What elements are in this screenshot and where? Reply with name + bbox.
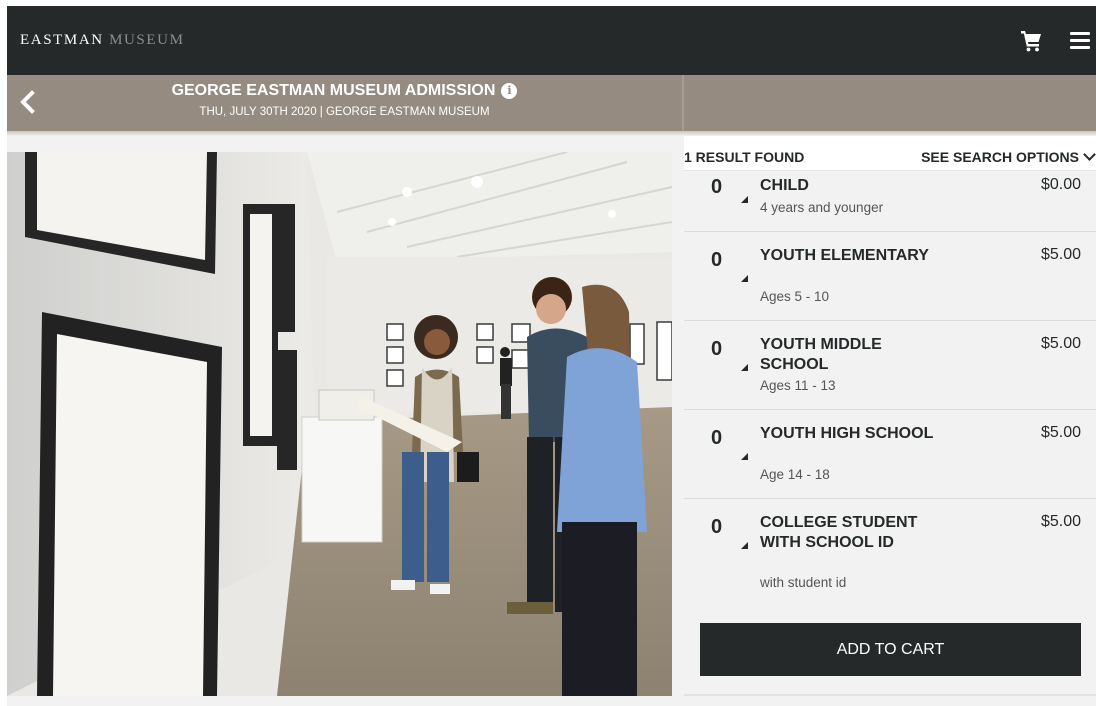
logo-secondary: MUSEUM — [109, 32, 185, 48]
ticket-price: $5.00 — [1040, 246, 1081, 263]
chevron-down-icon — [1083, 148, 1096, 161]
results-bar: 1 RESULT FOUND SEE SEARCH OPTIONS — [684, 136, 1096, 171]
top-nav-bar: EASTMAN MUSEUM — [7, 6, 1096, 75]
quantity-selector[interactable]: 0 — [711, 249, 722, 272]
quantity-selector[interactable]: 0 — [711, 516, 722, 539]
ticket-description: Age 14 - 18 — [760, 467, 830, 482]
search-options-label: SEE SEARCH OPTIONS — [921, 149, 1079, 165]
gallery-photo — [7, 152, 672, 696]
logo-primary: EASTMAN — [20, 32, 104, 48]
shopping-cart-icon[interactable] — [1019, 28, 1043, 52]
caret-down-icon[interactable] — [741, 542, 748, 549]
info-icon[interactable]: i — [501, 83, 518, 99]
hamburger-menu-icon[interactable] — [1070, 32, 1090, 50]
event-header-band: GEORGE EASTMAN MUSEUM ADMISSION i THU, JU… — [7, 75, 1096, 131]
ticket-list[interactable]: 0 CHILD 4 years and younger $0.00 0 YOUT… — [684, 172, 1096, 602]
ticket-row: 0 COLLEGE STUDENT WITH SCHOOL ID with st… — [684, 499, 1096, 602]
ticket-description: Ages 11 - 13 — [760, 378, 836, 393]
caret-down-icon[interactable] — [741, 453, 748, 460]
event-title-text: GEORGE EASTMAN MUSEUM ADMISSION — [171, 82, 496, 99]
ticket-name: YOUTH HIGH SCHOOL — [760, 425, 934, 442]
event-title: GEORGE EASTMAN MUSEUM ADMISSION i — [7, 82, 682, 100]
ticket-name: COLLEGE STUDENT WITH SCHOOL ID — [760, 514, 918, 551]
quantity-selector[interactable]: 0 — [711, 176, 722, 199]
caret-down-icon[interactable] — [741, 196, 748, 203]
cart-action-area: ADD TO CART — [684, 602, 1096, 706]
ticket-price: $5.00 — [1040, 335, 1081, 352]
quantity-selector[interactable]: 0 — [711, 338, 722, 361]
ticket-row: 0 YOUTH MIDDLE SCHOOL Ages 11 - 13 $5.00 — [684, 321, 1096, 410]
ticket-price: $5.00 — [1040, 424, 1081, 441]
ticket-row: 0 YOUTH HIGH SCHOOL Age 14 - 18 $5.00 — [684, 410, 1096, 499]
results-count: 1 RESULT FOUND — [684, 149, 805, 165]
band-divider — [682, 75, 684, 131]
search-options-toggle[interactable]: SEE SEARCH OPTIONS — [921, 148, 1096, 165]
ticket-row: 0 YOUTH ELEMENTARY Ages 5 - 10 $5.00 — [684, 232, 1096, 321]
quantity-selector[interactable]: 0 — [711, 427, 722, 450]
museum-logo[interactable]: EASTMAN MUSEUM — [20, 32, 185, 49]
ticket-row: 0 CHILD 4 years and younger $0.00 — [684, 172, 1096, 232]
event-subtitle: THU, JULY 30TH 2020 | GEORGE EASTMAN MUS… — [199, 106, 490, 118]
ticket-name: YOUTH ELEMENTARY — [760, 247, 929, 264]
add-to-cart-button[interactable]: ADD TO CART — [700, 623, 1081, 676]
ticket-price: $0.00 — [1040, 176, 1081, 193]
ticket-name: CHILD — [760, 177, 809, 194]
caret-down-icon[interactable] — [741, 275, 748, 282]
ticket-description: Ages 5 - 10 — [760, 289, 830, 304]
divider — [684, 694, 1096, 696]
ticket-name: YOUTH MIDDLE SCHOOL — [760, 336, 882, 373]
ticket-price: $5.00 — [1040, 513, 1081, 530]
app-frame: EASTMAN MUSEUM GEORGE EASTMAN MUSEUM ADM… — [7, 6, 1096, 706]
ticket-description: with student id — [760, 575, 847, 590]
ticket-description: 4 years and younger — [760, 200, 884, 215]
caret-down-icon[interactable] — [741, 364, 748, 371]
